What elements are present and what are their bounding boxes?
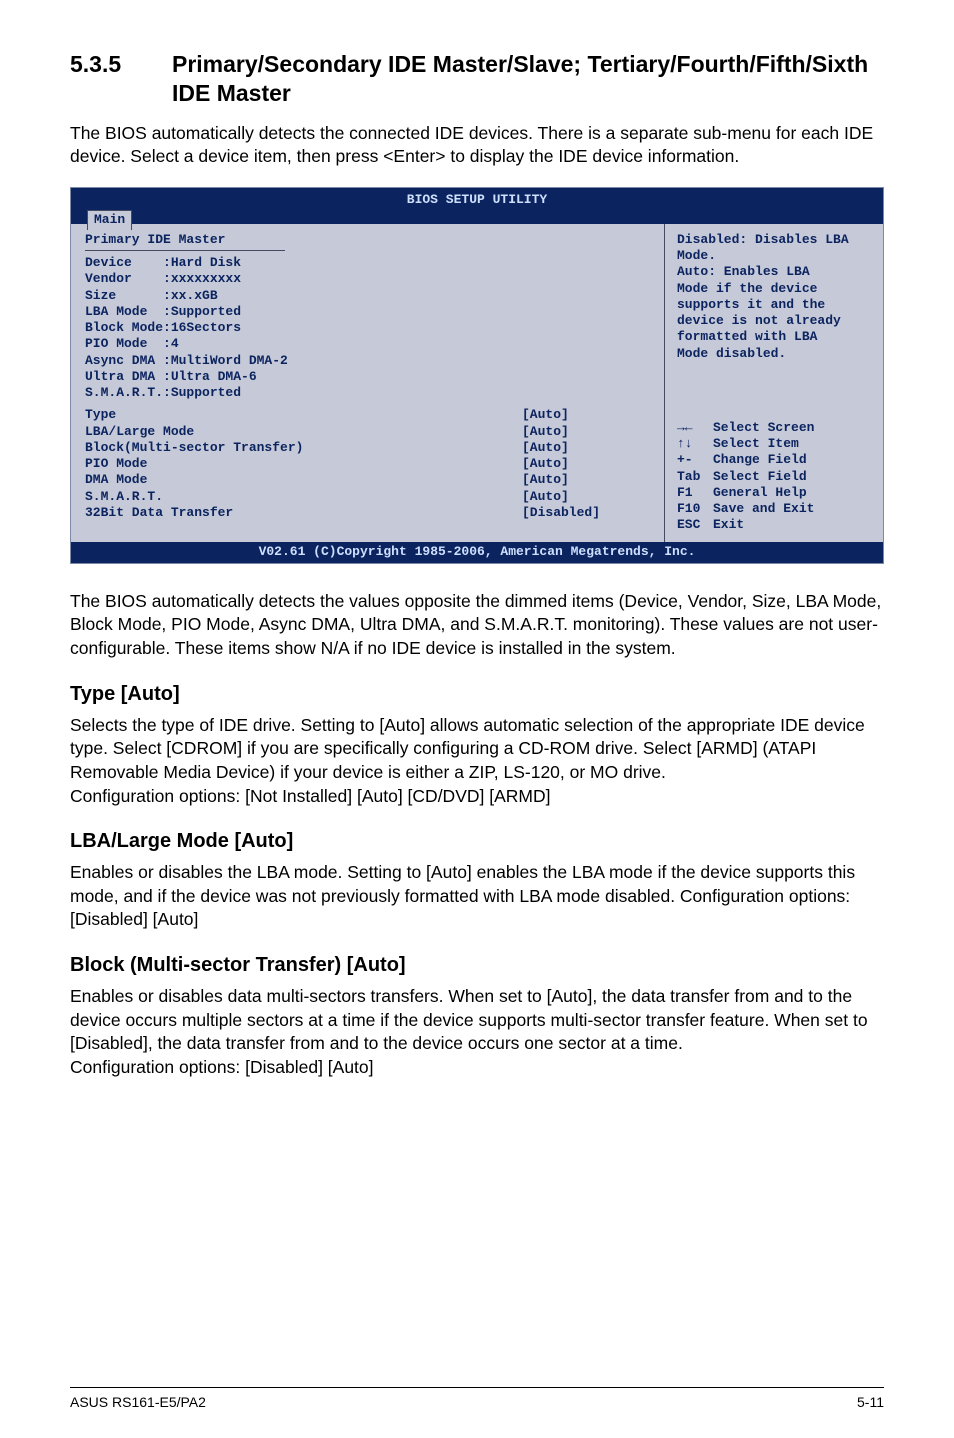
bios-title: BIOS SETUP UTILITY: [87, 192, 883, 208]
bios-nav-key: →←: [677, 420, 713, 436]
bios-help-line: Mode disabled.: [677, 346, 871, 362]
bios-option-label[interactable]: PIO Mode: [85, 456, 514, 472]
bios-nav-label: Select Item: [713, 436, 799, 452]
block-paragraph-1: Enables or disables data multi-sectors t…: [70, 985, 884, 1056]
bios-info-line: Size :xx.xGB: [85, 288, 652, 304]
bios-help-line: device is not already: [677, 313, 871, 329]
bios-side-panel: Disabled: Disables LBA Mode. Auto: Enabl…: [665, 224, 883, 542]
bios-help-line: supports it and the: [677, 297, 871, 313]
section-heading: 5.3.5 Primary/Secondary IDE Master/Slave…: [70, 50, 884, 108]
bios-nav-label: Change Field: [713, 452, 807, 468]
bios-body: Primary IDE Master Device :Hard Disk Ven…: [71, 224, 883, 542]
bios-option-value[interactable]: [Auto]: [522, 407, 652, 423]
bios-nav-key: ↑↓: [677, 436, 713, 452]
block-paragraph-2: Configuration options: [Disabled] [Auto]: [70, 1056, 884, 1080]
bios-nav-row: ↑↓Select Item: [677, 436, 871, 452]
bios-divider: [85, 250, 285, 251]
bios-nav-label: Select Screen: [713, 420, 814, 436]
bios-help-line: formatted with LBA: [677, 329, 871, 345]
bios-option-value[interactable]: [Auto]: [522, 472, 652, 488]
intro-paragraph: The BIOS automatically detects the conne…: [70, 122, 884, 169]
bios-help-line: Mode.: [677, 248, 871, 264]
bios-help-text: Disabled: Disables LBA Mode. Auto: Enabl…: [677, 232, 871, 362]
bios-option-label[interactable]: LBA/Large Mode: [85, 424, 514, 440]
bios-info-line: Device :Hard Disk: [85, 255, 652, 271]
bios-nav: →←Select Screen ↑↓Select Item +-Change F…: [677, 420, 871, 534]
bios-nav-key: Tab: [677, 469, 713, 485]
bios-option-label[interactable]: Block(Multi-sector Transfer): [85, 440, 514, 456]
bios-nav-row: +-Change Field: [677, 452, 871, 468]
type-paragraph-1: Selects the type of IDE drive. Setting t…: [70, 714, 884, 785]
subheading-type: Type [Auto]: [70, 683, 884, 706]
bios-option-value[interactable]: [Auto]: [522, 424, 652, 440]
bios-nav-label: Exit: [713, 517, 744, 533]
bios-nav-key: ESC: [677, 517, 713, 533]
bios-nav-label: General Help: [713, 485, 807, 501]
bios-nav-label: Select Field: [713, 469, 807, 485]
bios-info-line: S.M.A.R.T.:Supported: [85, 385, 652, 401]
bios-nav-label: Save and Exit: [713, 501, 814, 517]
bios-info-line: Ultra DMA :Ultra DMA-6: [85, 369, 652, 385]
subheading-block: Block (Multi-sector Transfer) [Auto]: [70, 954, 884, 977]
footer-left: ASUS RS161-E5/PA2: [70, 1394, 206, 1410]
bios-main-panel: Primary IDE Master Device :Hard Disk Ven…: [71, 224, 665, 542]
page-footer: ASUS RS161-E5/PA2 5-11: [70, 1387, 884, 1410]
bios-option-label[interactable]: S.M.A.R.T.: [85, 489, 514, 505]
bios-info-line: LBA Mode :Supported: [85, 304, 652, 320]
bios-option-label[interactable]: DMA Mode: [85, 472, 514, 488]
bios-info-line: Block Mode:16Sectors: [85, 320, 652, 336]
bios-panel-title: Primary IDE Master: [85, 232, 652, 248]
bios-help-line: Auto: Enables LBA: [677, 264, 871, 280]
bios-nav-key: F1: [677, 485, 713, 501]
bios-nav-row: F10Save and Exit: [677, 501, 871, 517]
section-number: 5.3.5: [70, 50, 172, 108]
bios-tab-main[interactable]: Main: [87, 210, 132, 230]
bios-nav-row: →←Select Screen: [677, 420, 871, 436]
section-title: Primary/Secondary IDE Master/Slave; Tert…: [172, 50, 884, 108]
bios-option-value[interactable]: [Disabled]: [522, 505, 652, 521]
bios-window: BIOS SETUP UTILITY Main Primary IDE Mast…: [70, 187, 884, 564]
bios-option-value[interactable]: [Auto]: [522, 456, 652, 472]
bios-nav-row: TabSelect Field: [677, 469, 871, 485]
bios-help-line: Disabled: Disables LBA: [677, 232, 871, 248]
bios-option-value[interactable]: [Auto]: [522, 440, 652, 456]
subheading-lba: LBA/Large Mode [Auto]: [70, 830, 884, 853]
bios-info-line: Async DMA :MultiWord DMA-2: [85, 353, 652, 369]
bios-option-value[interactable]: [Auto]: [522, 489, 652, 505]
bios-header: BIOS SETUP UTILITY Main: [71, 188, 883, 224]
lba-paragraph: Enables or disables the LBA mode. Settin…: [70, 861, 884, 932]
footer-right: 5-11: [857, 1394, 884, 1410]
bios-option-label[interactable]: 32Bit Data Transfer: [85, 505, 514, 521]
bios-info-line: Vendor :xxxxxxxxx: [85, 271, 652, 287]
bios-nav-row: ESCExit: [677, 517, 871, 533]
bios-options: Type [Auto] LBA/Large Mode [Auto] Block(Mu…: [85, 407, 652, 521]
type-paragraph-2: Configuration options: [Not Installed] […: [70, 785, 884, 809]
bios-info-line: PIO Mode :4: [85, 336, 652, 352]
bios-option-label[interactable]: Type: [85, 407, 514, 423]
bios-nav-key: F10: [677, 501, 713, 517]
after-bios-paragraph: The BIOS automatically detects the value…: [70, 590, 884, 661]
bios-help-line: Mode if the device: [677, 281, 871, 297]
bios-nav-row: F1General Help: [677, 485, 871, 501]
bios-footer: V02.61 (C)Copyright 1985-2006, American …: [71, 542, 883, 563]
page: 5.3.5 Primary/Secondary IDE Master/Slave…: [0, 0, 954, 1438]
bios-nav-key: +-: [677, 452, 713, 468]
